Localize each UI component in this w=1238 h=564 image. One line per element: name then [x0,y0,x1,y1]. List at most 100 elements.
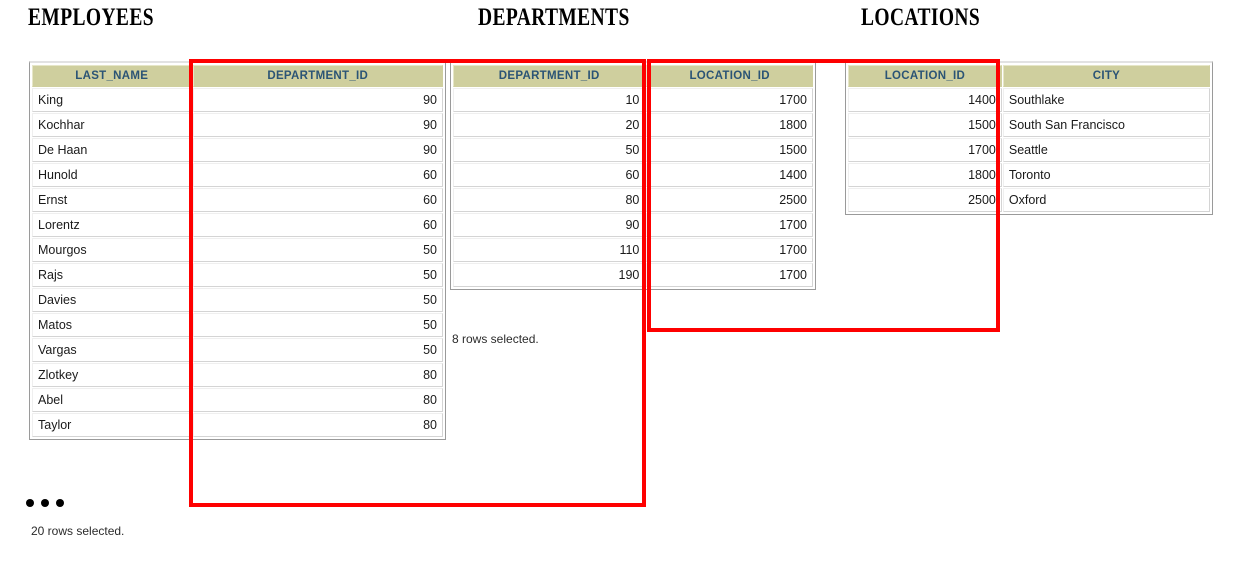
table-row: 1700 Seattle [848,138,1210,162]
result-grid-locations: LOCATION_ID CITY 1400 Southlake 1500 South … [845,61,1213,215]
cell-location-id: 2500 [646,188,813,212]
table-row: 190 1700 [453,263,813,287]
cell-last-name: De Haan [32,138,192,162]
cell-department-id: 10 [453,88,646,112]
table-row: Mourgos 50 [32,238,443,262]
ellipsis-dot-3 [56,499,64,507]
table-header-employees: LAST_NAME DEPARTMENT_ID [32,65,443,87]
column-header-department-id[interactable]: DEPARTMENT_ID [192,65,443,87]
cell-department-id: 20 [453,113,646,137]
table-row: Taylor 80 [32,413,443,437]
page-title-employees: EMPLOYEES [28,4,154,31]
cell-location-id: 1700 [848,138,1002,162]
table-employees: LAST_NAME DEPARTMENT_ID King 90 Kochhar 90 D… [31,64,444,438]
column-header-location-id[interactable]: LOCATION_ID [848,65,1002,87]
cell-location-id: 1400 [646,163,813,187]
cell-last-name: Taylor [32,413,192,437]
cell-department-id: 60 [453,163,646,187]
cell-location-id: 1800 [646,113,813,137]
table-row: Rajs 50 [32,263,443,287]
table-header-row: LOCATION_ID CITY [848,65,1210,87]
table-row: 110 1700 [453,238,813,262]
table-locations: LOCATION_ID CITY 1400 Southlake 1500 South … [847,64,1211,213]
table-row: Lorentz 60 [32,213,443,237]
table-departments: DEPARTMENT_ID LOCATION_ID 10 1700 20 1800 50… [452,64,814,288]
table-row: Davies 50 [32,288,443,312]
cell-department-id: 60 [192,188,443,212]
cell-department-id: 50 [192,238,443,262]
table-row: 1400 Southlake [848,88,1210,112]
cell-location-id: 1700 [646,88,813,112]
column-header-department-id[interactable]: DEPARTMENT_ID [453,65,646,87]
cell-location-id: 1700 [646,238,813,262]
rows-selected-note-employees: 20 rows selected. [31,524,125,538]
ellipsis-dot-2 [41,499,49,507]
rows-selected-note-departments: 8 rows selected. [452,332,539,346]
cell-department-id: 60 [192,163,443,187]
cell-last-name: Vargas [32,338,192,362]
table-row: 20 1800 [453,113,813,137]
column-header-city[interactable]: CITY [1002,65,1210,87]
table-header-row: DEPARTMENT_ID LOCATION_ID [453,65,813,87]
cell-department-id: 80 [453,188,646,212]
cell-location-id: 1700 [646,213,813,237]
cell-last-name: Lorentz [32,213,192,237]
column-header-location-id[interactable]: LOCATION_ID [646,65,813,87]
cell-city: Seattle [1002,138,1210,162]
cell-city: Toronto [1002,163,1210,187]
cell-department-id: 50 [192,263,443,287]
table-row: King 90 [32,88,443,112]
cell-last-name: Kochhar [32,113,192,137]
cell-last-name: Davies [32,288,192,312]
result-grid-departments: DEPARTMENT_ID LOCATION_ID 10 1700 20 1800 50… [450,61,816,290]
cell-city: South San Francisco [1002,113,1210,137]
table-body-employees: King 90 Kochhar 90 De Haan 90 Hunold 60 Ernst 60 L… [32,88,443,437]
cell-last-name: Abel [32,388,192,412]
table-header-departments: DEPARTMENT_ID LOCATION_ID [453,65,813,87]
table-row: 60 1400 [453,163,813,187]
cell-department-id: 80 [192,413,443,437]
table-row: Vargas 50 [32,338,443,362]
cell-city: Oxford [1002,188,1210,212]
cell-department-id: 80 [192,363,443,387]
cell-department-id: 50 [192,288,443,312]
cell-last-name: Zlotkey [32,363,192,387]
table-row: Ernst 60 [32,188,443,212]
table-row: De Haan 90 [32,138,443,162]
table-row: Hunold 60 [32,163,443,187]
cell-department-id: 50 [192,338,443,362]
table-row: 10 1700 [453,88,813,112]
table-row: Abel 80 [32,388,443,412]
cell-location-id: 1700 [646,263,813,287]
cell-location-id: 1500 [848,113,1002,137]
cell-last-name: Matos [32,313,192,337]
cell-last-name: Ernst [32,188,192,212]
result-grid-employees: LAST_NAME DEPARTMENT_ID King 90 Kochhar 90 D… [29,61,446,440]
column-header-last-name[interactable]: LAST_NAME [32,65,192,87]
table-row: 2500 Oxford [848,188,1210,212]
cell-department-id: 90 [192,138,443,162]
page-title-departments: DEPARTMENTS [478,4,630,31]
cell-location-id: 2500 [848,188,1002,212]
cell-last-name: King [32,88,192,112]
cell-department-id: 90 [192,113,443,137]
cell-location-id: 1500 [646,138,813,162]
table-header-locations: LOCATION_ID CITY [848,65,1210,87]
table-header-row: LAST_NAME DEPARTMENT_ID [32,65,443,87]
table-row: Matos 50 [32,313,443,337]
cell-department-id: 190 [453,263,646,287]
cell-last-name: Rajs [32,263,192,287]
cell-last-name: Hunold [32,163,192,187]
table-row: 50 1500 [453,138,813,162]
cell-department-id: 60 [192,213,443,237]
cell-department-id: 110 [453,238,646,262]
truncation-ellipsis-icon [26,499,64,507]
page-title-locations: LOCATIONS [861,4,981,31]
table-row: 1800 Toronto [848,163,1210,187]
cell-last-name: Mourgos [32,238,192,262]
table-row: Kochhar 90 [32,113,443,137]
table-row: 90 1700 [453,213,813,237]
cell-location-id: 1400 [848,88,1002,112]
table-row: Zlotkey 80 [32,363,443,387]
cell-department-id: 50 [453,138,646,162]
